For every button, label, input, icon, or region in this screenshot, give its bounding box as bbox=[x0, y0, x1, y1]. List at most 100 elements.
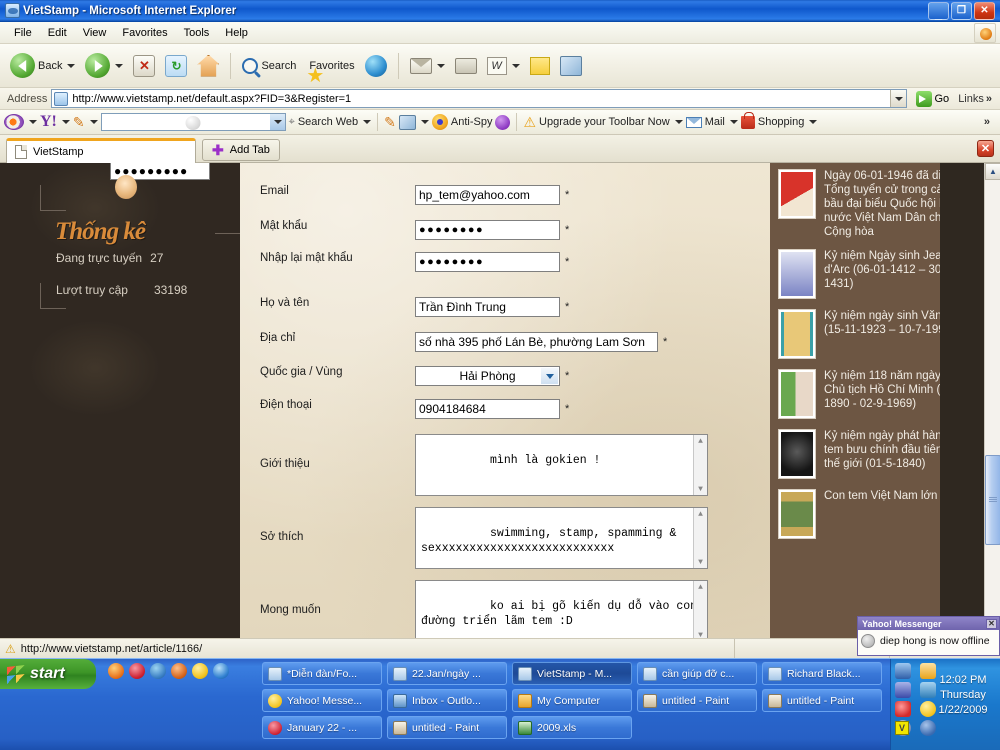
stop-button[interactable]: ✕ bbox=[129, 52, 159, 80]
address-dropdown-icon[interactable] bbox=[889, 90, 906, 107]
tab-vietstamp[interactable]: VietStamp bbox=[6, 138, 196, 163]
shopping-dropdown-icon[interactable] bbox=[809, 120, 818, 124]
yahoo-eye-icon[interactable] bbox=[4, 114, 24, 130]
internet-explorer-icon[interactable] bbox=[213, 663, 229, 679]
media-icon[interactable] bbox=[150, 663, 166, 679]
scrollbar-thumb[interactable] bbox=[985, 455, 1000, 545]
textarea-hobbies-scrollbar[interactable]: ▲ ▼ bbox=[693, 508, 707, 568]
yahoo-eye-dropdown-icon[interactable] bbox=[29, 120, 37, 124]
player-icon[interactable] bbox=[171, 663, 187, 679]
chevron-down-icon[interactable] bbox=[541, 368, 558, 384]
network-icon[interactable] bbox=[895, 663, 911, 679]
select-country[interactable]: Hải Phòng bbox=[415, 366, 560, 386]
refresh-button[interactable]: ↻ bbox=[161, 52, 191, 80]
menu-edit[interactable]: Edit bbox=[40, 25, 75, 41]
task-button[interactable]: untitled - Paint bbox=[637, 689, 757, 712]
task-button[interactable]: 2009.xls bbox=[512, 716, 632, 739]
task-button[interactable]: untitled - Paint bbox=[387, 716, 507, 739]
input-email[interactable]: hp_tem@yahoo.com bbox=[415, 185, 560, 205]
scrollbar-up-button[interactable]: ▲ bbox=[985, 163, 1000, 180]
popup-dropdown-icon[interactable] bbox=[420, 120, 429, 124]
popup-blocker-icon[interactable] bbox=[398, 114, 416, 130]
toolbar-overflow-icon[interactable]: » bbox=[984, 116, 996, 128]
menu-tools[interactable]: Tools bbox=[176, 25, 218, 41]
search-web-dropdown-icon[interactable] bbox=[363, 120, 372, 124]
favorites-button[interactable]: ★ Favorites bbox=[302, 57, 358, 86]
upgrade-toolbar-label[interactable]: Upgrade your Toolbar Now bbox=[539, 116, 670, 128]
home-button[interactable] bbox=[193, 52, 223, 80]
anti-spy-label[interactable]: Anti-Spy bbox=[451, 116, 493, 128]
links-button[interactable]: Links » bbox=[958, 93, 996, 105]
task-button[interactable]: Yahoo! Messe... bbox=[262, 689, 382, 712]
scroll-down-icon[interactable]: ▼ bbox=[695, 556, 707, 568]
menu-view[interactable]: View bbox=[75, 25, 115, 41]
back-button[interactable]: Back bbox=[6, 50, 79, 81]
maximize-button[interactable]: ❐ bbox=[951, 1, 972, 20]
task-button[interactable]: untitled - Paint bbox=[762, 689, 882, 712]
edit-dropdown-icon[interactable] bbox=[511, 63, 520, 68]
vietkey-tray-icon[interactable]: V bbox=[895, 721, 909, 735]
input-fullname[interactable]: Trần Đình Trung bbox=[415, 297, 560, 317]
yahoo-search-dropdown-icon[interactable] bbox=[269, 114, 285, 130]
opera-icon[interactable] bbox=[129, 663, 145, 679]
textarea-hobbies[interactable]: swimming, stamp, spamming & sexxxxxxxxxx… bbox=[415, 507, 708, 569]
protection-icon[interactable] bbox=[495, 114, 511, 130]
yahoo-messenger-toast[interactable]: Yahoo! Messenger ✕ diep hong is now offl… bbox=[857, 616, 1000, 656]
task-button[interactable]: Richard Black... bbox=[762, 662, 882, 685]
scroll-up-icon[interactable]: ▲ bbox=[695, 435, 707, 447]
yahoo-logo-dropdown-icon[interactable] bbox=[61, 120, 70, 124]
scroll-down-icon[interactable]: ▼ bbox=[695, 483, 707, 495]
shopping-label[interactable]: Shopping bbox=[758, 116, 805, 128]
menu-favorites[interactable]: Favorites bbox=[114, 25, 175, 41]
notes-button[interactable] bbox=[526, 54, 554, 78]
menu-file[interactable]: File bbox=[6, 25, 40, 41]
forward-dropdown-icon[interactable] bbox=[115, 63, 124, 68]
page-vertical-scrollbar[interactable]: ▲ bbox=[984, 163, 1000, 638]
forward-button[interactable] bbox=[81, 50, 127, 81]
upgrade-dropdown-icon[interactable] bbox=[674, 120, 683, 124]
menu-help[interactable]: Help bbox=[217, 25, 256, 41]
task-button-active[interactable]: VietStamp - M... bbox=[512, 662, 632, 685]
yahoo-search-input[interactable] bbox=[100, 113, 286, 131]
task-button[interactable]: My Computer bbox=[512, 689, 632, 712]
tab-close-button[interactable]: ✕ bbox=[977, 140, 994, 157]
taskbar-clock[interactable]: 12:02 PM Thursday 1/22/2009 bbox=[932, 673, 994, 718]
search-web-label[interactable]: Search Web bbox=[298, 116, 358, 128]
pencil-dropdown-icon[interactable] bbox=[89, 120, 98, 124]
discuss-button[interactable] bbox=[556, 53, 586, 79]
task-button[interactable]: 22.Jan/ngày ... bbox=[387, 662, 507, 685]
scroll-up-icon[interactable]: ▲ bbox=[695, 508, 707, 520]
go-button[interactable]: Go bbox=[911, 90, 955, 108]
scroll-down-icon[interactable]: ▼ bbox=[695, 629, 707, 639]
yahoo-mail-dropdown-icon[interactable] bbox=[729, 120, 738, 124]
task-button[interactable]: Inbox - Outlo... bbox=[387, 689, 507, 712]
task-button[interactable]: *Diễn đàn/Fo... bbox=[262, 662, 382, 685]
yahoo-logo[interactable]: Y! bbox=[40, 113, 57, 131]
media-button[interactable] bbox=[361, 52, 391, 80]
close-button[interactable]: ✕ bbox=[974, 1, 995, 20]
input-phone[interactable]: 0904184684 bbox=[415, 399, 560, 419]
pencil-icon[interactable]: ✎ bbox=[73, 114, 85, 131]
antivirus-icon[interactable] bbox=[895, 701, 911, 717]
task-button[interactable]: January 22 - ... bbox=[262, 716, 382, 739]
edit-word-button[interactable]: W bbox=[483, 54, 524, 78]
highlighter-icon[interactable]: ✎ bbox=[384, 114, 396, 131]
textarea-intro-scrollbar[interactable]: ▲ ▼ bbox=[693, 435, 707, 495]
input-address[interactable]: số nhà 395 phố Lán Bè, phường Lam Sơn bbox=[415, 332, 658, 352]
task-button[interactable]: cần giúp đỡ c... bbox=[637, 662, 757, 685]
address-input[interactable]: http://www.vietstamp.net/default.aspx?FI… bbox=[51, 89, 907, 108]
input-confirm-password[interactable]: ●●●●●●●● bbox=[415, 252, 560, 272]
yahoo-mail-label[interactable]: Mail bbox=[705, 116, 725, 128]
monitor-icon[interactable] bbox=[895, 682, 911, 698]
yahoo-messenger-icon[interactable] bbox=[192, 663, 208, 679]
start-button[interactable]: start bbox=[0, 659, 96, 689]
textarea-wishes-scrollbar[interactable]: ▲ ▼ bbox=[693, 581, 707, 638]
textarea-intro[interactable]: mình là gokien ! ▲ ▼ bbox=[415, 434, 708, 496]
add-tab-button[interactable]: ✚ Add Tab bbox=[202, 139, 280, 161]
print-button[interactable] bbox=[451, 55, 481, 77]
firefox-icon[interactable] bbox=[108, 663, 124, 679]
mail-button[interactable] bbox=[406, 55, 449, 77]
mail-dropdown-icon[interactable] bbox=[436, 63, 445, 68]
input-password[interactable]: ●●●●●●●● bbox=[415, 220, 560, 240]
search-button[interactable]: Search bbox=[238, 55, 300, 77]
